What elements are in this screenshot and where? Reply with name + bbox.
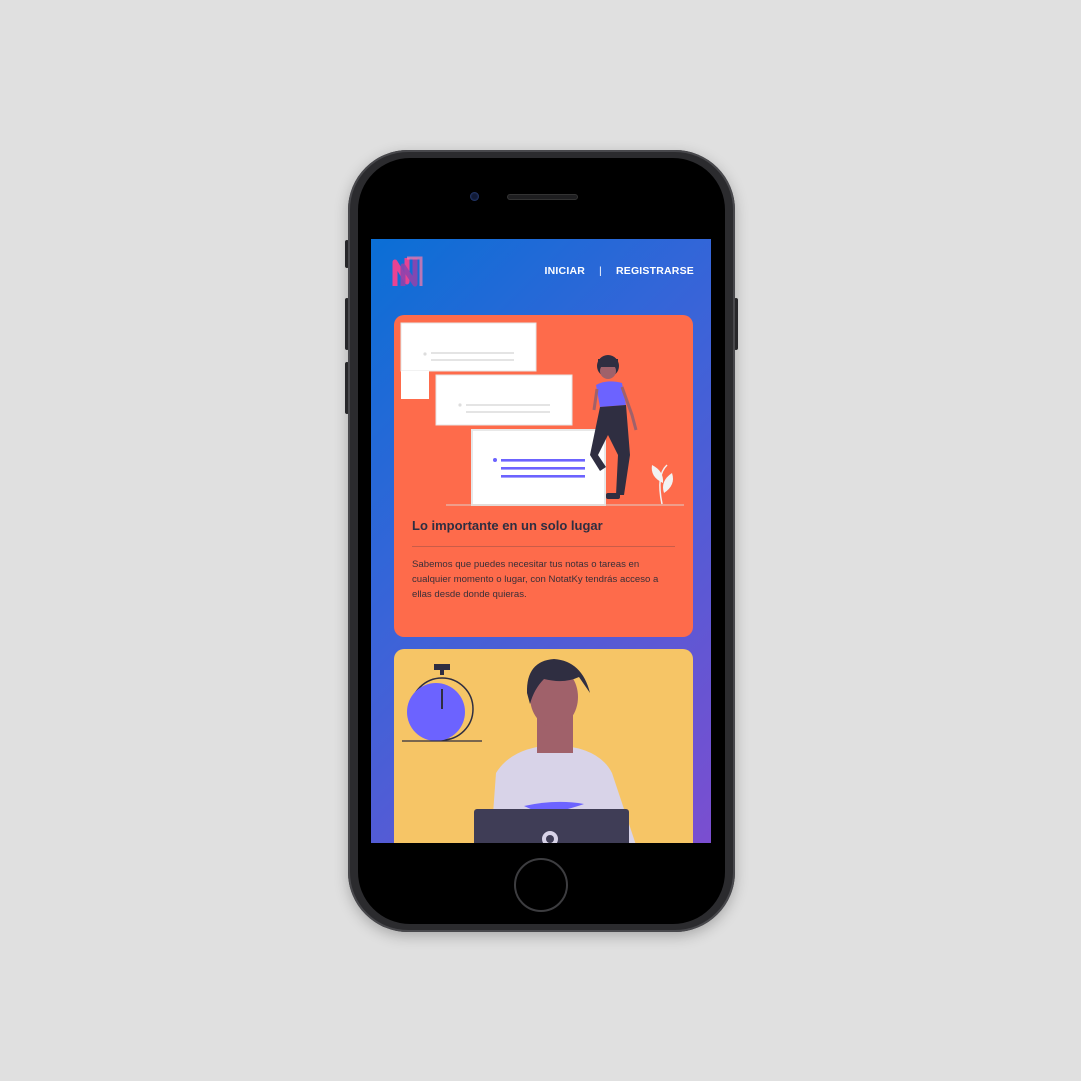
earpiece-speaker	[507, 194, 578, 200]
app-screen: INICIAR | REGISTRARSE Lo importante en u…	[371, 239, 711, 843]
stopwatch-laptop-man-illustration	[402, 659, 636, 843]
nav-separator: |	[599, 265, 602, 277]
nav-links: INICIAR | REGISTRARSE	[545, 265, 694, 277]
register-link[interactable]: REGISTRARSE	[616, 265, 694, 277]
feature-title: Lo importante en un solo lugar	[412, 518, 603, 533]
notes-woman-illustration	[400, 322, 684, 506]
home-button[interactable]	[514, 858, 568, 912]
notatky-logo-icon[interactable]	[391, 252, 425, 292]
login-link[interactable]: INICIAR	[545, 265, 585, 277]
feature-card-time	[394, 649, 693, 843]
front-camera	[470, 192, 479, 201]
feature-divider	[412, 546, 675, 547]
feature-card-notes: Lo importante en un solo lugar Sabemos q…	[394, 315, 693, 637]
feature-description: Sabemos que puedes necesitar tus notas o…	[412, 559, 659, 600]
top-navbar: INICIAR | REGISTRARSE	[371, 239, 711, 303]
